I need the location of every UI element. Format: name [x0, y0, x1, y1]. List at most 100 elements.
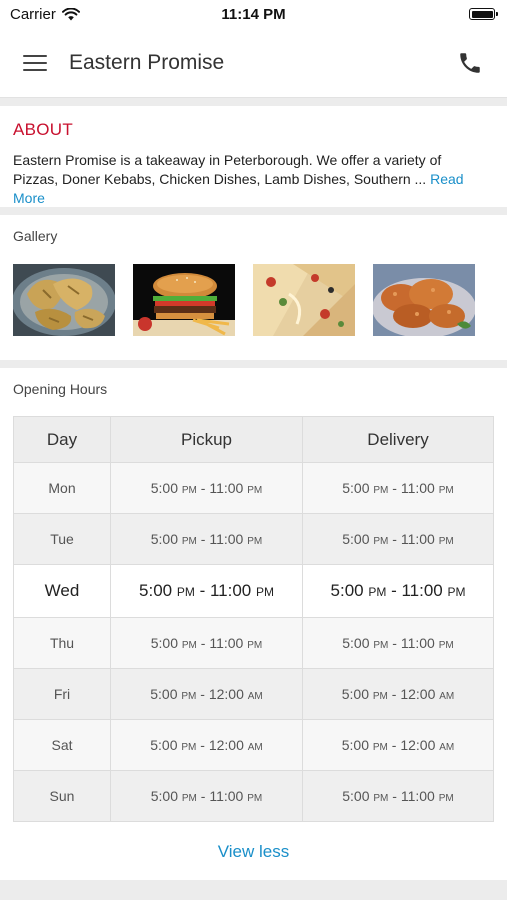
- time-separator: -: [196, 686, 209, 702]
- time-value: 5:00: [150, 480, 178, 496]
- time-value: 5:00: [139, 581, 173, 600]
- column-header-day: Day: [13, 416, 111, 463]
- time-separator: -: [196, 635, 210, 651]
- delivery-hours-cell: 5:00 PM - 12:00 AM: [302, 719, 494, 771]
- phone-icon[interactable]: [457, 50, 483, 76]
- ampm-label: AM: [439, 691, 455, 702]
- ampm-label: PM: [181, 691, 197, 702]
- about-heading: ABOUT: [13, 120, 74, 139]
- carrier-label: Carrier: [10, 5, 56, 23]
- ampm-label: PM: [255, 585, 274, 599]
- ampm-label: PM: [447, 585, 466, 599]
- pickup-hours-cell: 5:00 PM - 11:00 PM: [110, 617, 303, 669]
- hamburger-menu-icon[interactable]: [23, 52, 51, 74]
- day-cell: Mon: [13, 462, 111, 514]
- ampm-label: PM: [373, 640, 389, 651]
- day-cell: Fri: [13, 668, 111, 720]
- time-value: 5:00: [150, 531, 178, 547]
- ampm-label: PM: [247, 536, 263, 547]
- status-bar: Carrier 11:14 PM: [0, 0, 507, 28]
- pickup-hours-cell: 5:00 PM - 11:00 PM: [110, 513, 303, 565]
- about-text-line1: Eastern Promise is a takeaway in Peterbo…: [13, 152, 442, 168]
- time-value: 11:00: [209, 531, 244, 547]
- delivery-hours-cell: 5:00 PM - 11:00 PM: [302, 770, 494, 822]
- ampm-label: PM: [373, 536, 389, 547]
- table-row: Fri 5:00 PM - 12:00 AM 5:00 PM - 12:00 AM: [13, 668, 494, 720]
- ampm-label: PM: [181, 640, 197, 651]
- gallery-row: [13, 264, 494, 336]
- time-value: 5:00: [330, 581, 364, 600]
- table-row: Sun 5:00 PM - 11:00 PM 5:00 PM - 11:00 PM: [13, 770, 494, 822]
- time-value: 11:00: [400, 788, 435, 804]
- time-value: 11:00: [400, 480, 435, 496]
- ampm-label: PM: [438, 640, 454, 651]
- pickup-hours-cell: 5:00 PM - 11:00 PM: [110, 564, 303, 618]
- pickup-hours-cell: 5:00 PM - 11:00 PM: [110, 770, 303, 822]
- ampm-label: PM: [438, 793, 454, 804]
- time-value: 5:00: [150, 788, 178, 804]
- time-value: 5:00: [341, 686, 369, 702]
- time-value: 12:00: [208, 737, 244, 753]
- ampm-label: PM: [247, 793, 263, 804]
- ampm-label: PM: [373, 793, 389, 804]
- table-row: Tue 5:00 PM - 11:00 PM 5:00 PM - 11:00 PM: [13, 513, 494, 565]
- delivery-hours-cell: 5:00 PM - 11:00 PM: [302, 617, 494, 669]
- delivery-hours-cell: 5:00 PM - 11:00 PM: [302, 462, 494, 514]
- ampm-label: AM: [247, 691, 263, 702]
- burger-and-fries-photo[interactable]: [133, 264, 235, 336]
- fried-chicken-photo[interactable]: [373, 264, 475, 336]
- ampm-label: PM: [372, 742, 388, 753]
- time-separator: -: [194, 581, 210, 600]
- about-description: Eastern Promise is a takeaway in Peterbo…: [13, 151, 494, 208]
- ampm-label: PM: [247, 485, 263, 496]
- view-less-link[interactable]: View less: [13, 842, 494, 862]
- ampm-label: PM: [181, 485, 197, 496]
- time-separator: -: [387, 686, 401, 702]
- opening-hours-label: Opening Hours: [13, 381, 108, 397]
- time-separator: -: [388, 531, 401, 547]
- flatbread-dish-photo[interactable]: [13, 264, 115, 336]
- pickup-hours-cell: 5:00 PM - 12:00 AM: [110, 668, 303, 720]
- day-cell: Thu: [13, 617, 111, 669]
- pizza-slices-photo[interactable]: [253, 264, 355, 336]
- ampm-label: PM: [373, 485, 389, 496]
- time-separator: -: [196, 788, 210, 804]
- time-separator: -: [387, 737, 401, 753]
- ampm-label: PM: [372, 691, 388, 702]
- gallery-label: Gallery: [13, 228, 58, 244]
- ampm-label: PM: [438, 485, 454, 496]
- time-separator: -: [388, 788, 401, 804]
- page-title: Eastern Promise: [69, 50, 225, 74]
- table-header-row: Day Pickup Delivery: [13, 416, 494, 463]
- gallery-section: Gallery: [0, 215, 507, 360]
- ampm-label: AM: [439, 742, 455, 753]
- column-header-delivery: Delivery: [302, 416, 494, 463]
- table-row: Wed 5:00 PM - 11:00 PM 5:00 PM - 11:00 PM: [13, 564, 494, 618]
- pickup-hours-cell: 5:00 PM - 12:00 AM: [110, 719, 303, 771]
- battery-icon: [469, 8, 498, 20]
- time-value: 11:00: [400, 635, 435, 651]
- ampm-label: PM: [438, 536, 454, 547]
- time-value: 5:00: [342, 635, 370, 651]
- time-value: 12:00: [400, 686, 436, 702]
- time-value: 5:00: [341, 737, 369, 753]
- status-left: Carrier: [10, 6, 80, 23]
- table-row: Mon 5:00 PM - 11:00 PM 5:00 PM - 11:00 PM: [13, 462, 494, 514]
- delivery-hours-cell: 5:00 PM - 12:00 AM: [302, 668, 494, 720]
- ampm-label: PM: [368, 585, 387, 599]
- time-value: 11:00: [209, 788, 244, 804]
- time-value: 12:00: [400, 737, 436, 753]
- wifi-icon: [61, 7, 80, 20]
- time-separator: -: [388, 635, 401, 651]
- ampm-label: PM: [181, 742, 197, 753]
- ampm-label: AM: [247, 742, 263, 753]
- day-cell: Sun: [13, 770, 111, 822]
- about-section: ABOUT Eastern Promise is a takeaway in P…: [0, 106, 507, 207]
- time-value: 5:00: [342, 480, 370, 496]
- about-text-line2: Pizzas, Doner Kebabs, Chicken Dishes, La…: [13, 171, 427, 187]
- time-value: 5:00: [150, 737, 178, 753]
- opening-hours-section: Opening Hours Day Pickup Delivery Mon 5:0…: [0, 368, 507, 880]
- time-separator: -: [196, 737, 209, 753]
- table-row: Sat 5:00 PM - 12:00 AM 5:00 PM - 12:00 AM: [13, 719, 494, 771]
- time-value: 11:00: [209, 635, 244, 651]
